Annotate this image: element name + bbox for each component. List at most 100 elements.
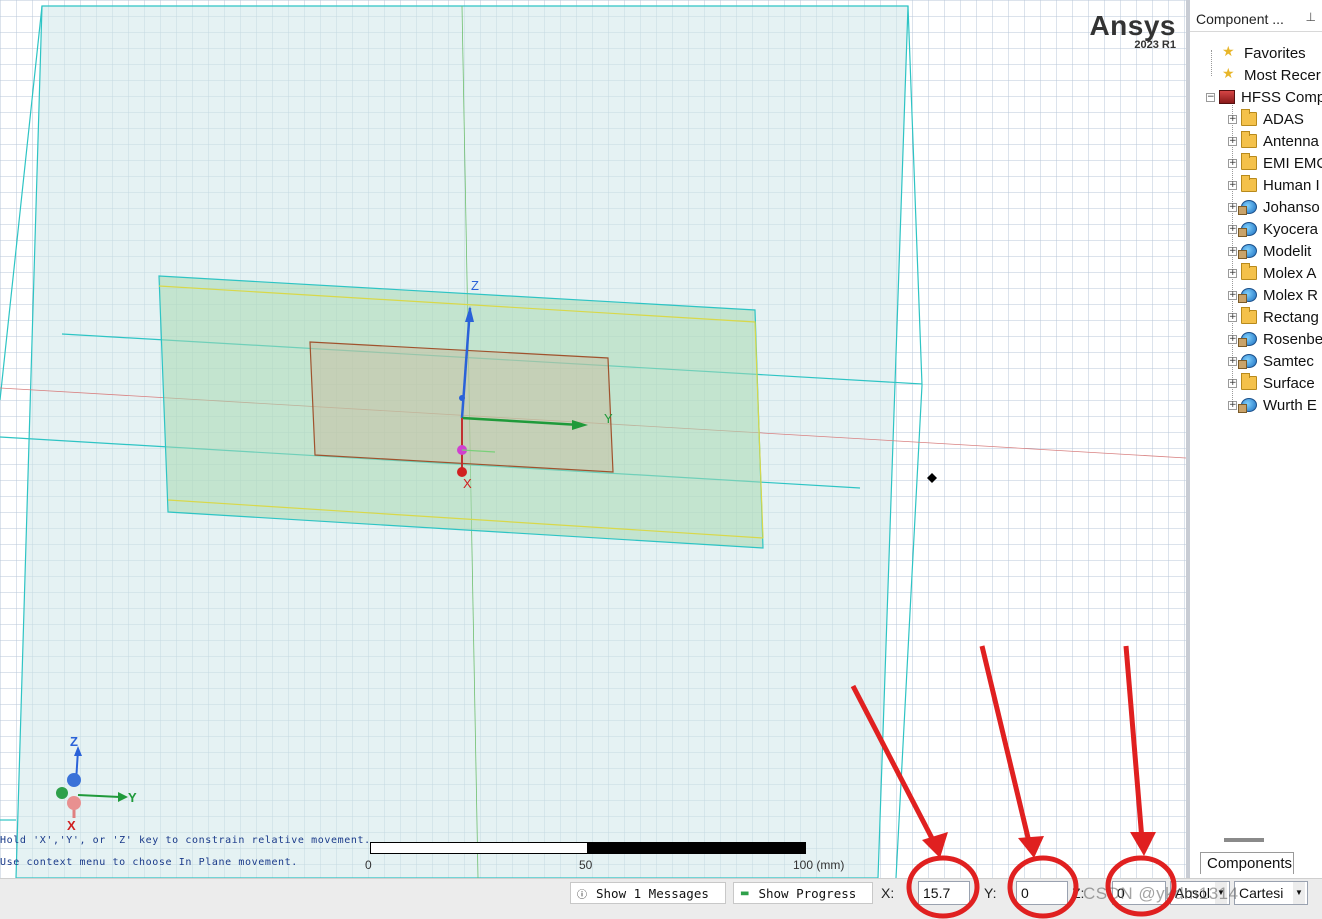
tree-item-molex-a[interactable]: + Molex A (1228, 262, 1316, 284)
tree-item-wurth[interactable]: + Wurth E (1228, 394, 1317, 416)
tree-item-label: Molex A (1263, 264, 1317, 282)
show-progress-button[interactable]: ▬ Show Progress (733, 882, 873, 904)
favorites-icon (1222, 43, 1238, 60)
triad-z-label: Z (70, 734, 78, 749)
folder-icon (1241, 175, 1257, 192)
triad-x-label: X (67, 818, 76, 833)
expand-toggle[interactable]: + (1228, 400, 1237, 410)
chevron-down-icon: ▼ (1293, 882, 1305, 904)
tree-item-label: HFSS Comp (1241, 88, 1322, 106)
web-library-icon (1238, 288, 1257, 303)
collapse-toggle[interactable]: − (1206, 92, 1215, 102)
favorites-icon (1222, 65, 1238, 82)
scale-ruler (370, 842, 806, 854)
gizmo-z-label: Z (471, 278, 479, 293)
tree-item-human[interactable]: + Human I (1228, 174, 1320, 196)
tree-item-johanson[interactable]: + Johanso (1228, 196, 1320, 218)
tree-item-modelithics[interactable]: + Modelit (1228, 240, 1311, 262)
triad-z-ball (67, 773, 81, 787)
coordinate-system-value: Cartesi (1239, 885, 1284, 901)
logo-version: 2023 R1 (1134, 39, 1176, 51)
show-progress-label: Show Progress (758, 885, 857, 901)
tree-item-kyocera[interactable]: + Kyocera (1228, 218, 1318, 240)
expand-toggle[interactable]: + (1228, 114, 1237, 124)
show-messages-button[interactable]: ⓘ Show 1 Messages (570, 882, 726, 904)
expand-toggle[interactable]: + (1228, 158, 1237, 168)
expand-toggle[interactable]: + (1228, 268, 1237, 278)
hfss-library-icon (1219, 90, 1235, 104)
expand-toggle[interactable]: + (1228, 334, 1237, 344)
x-coordinate-label: X: (881, 885, 895, 901)
tree-item-label: Wurth E (1263, 396, 1317, 414)
tree-item-label: Rosenbe (1263, 330, 1322, 348)
triad-x-ball (67, 796, 81, 810)
tree-item-rosenberger[interactable]: + Rosenbe (1228, 328, 1322, 350)
hint-line-constrain: Hold 'X','Y', or 'Z' key to constrain re… (0, 835, 371, 846)
web-library-icon (1238, 332, 1257, 347)
logo-brand: Ansys (1089, 10, 1176, 41)
tree-item-label: Surface (1263, 374, 1315, 392)
folder-icon (1241, 307, 1257, 324)
expand-toggle[interactable]: + (1228, 356, 1237, 366)
hint-line-context-menu: Use context menu to choose In Plane move… (0, 857, 298, 868)
show-messages-label: Show 1 Messages (596, 885, 709, 901)
tab-components[interactable]: Components (1200, 852, 1294, 874)
tree-item-label: Johanso (1263, 198, 1320, 216)
expand-toggle[interactable]: + (1228, 312, 1237, 322)
folder-icon (1241, 131, 1257, 148)
gizmo-x-label: X (463, 476, 472, 491)
gizmo-y-label: Y (604, 411, 613, 426)
expand-toggle[interactable]: + (1228, 180, 1237, 190)
ruler-label-100: 100 (mm) (793, 858, 845, 872)
ruler-label-50: 50 (579, 858, 593, 872)
ansys-logo: Ansys 2023 R1 (1089, 12, 1176, 51)
triad-y-ball (56, 787, 68, 799)
coordinate-system-select[interactable]: Cartesi ▼ (1234, 881, 1308, 905)
panel-splitter-grip[interactable] (1224, 838, 1264, 842)
y-coordinate-label: Y: (984, 885, 997, 901)
web-library-icon (1238, 244, 1257, 259)
tree-item-surface[interactable]: + Surface (1228, 372, 1315, 394)
tree-item-samtec[interactable]: + Samtec (1228, 350, 1314, 372)
component-library-panel: Component ... ⊥ Favorites Most Recer − H… (1186, 0, 1322, 878)
tree-item-label: Molex R (1263, 286, 1319, 304)
tree-item-hfss-components[interactable]: − HFSS Comp (1206, 86, 1322, 108)
pin-icon[interactable]: ⊥ (1306, 10, 1316, 24)
expand-toggle[interactable]: + (1228, 290, 1237, 300)
tree-item-favorites[interactable]: Favorites (1222, 42, 1306, 64)
folder-icon (1241, 153, 1257, 170)
ruler-white-segment (370, 842, 588, 854)
tree-item-antenna[interactable]: + Antenna (1228, 130, 1319, 152)
web-library-icon (1238, 398, 1257, 413)
folder-icon (1241, 263, 1257, 280)
tree-item-label: EMI EMC (1263, 154, 1322, 172)
tree-item-adas[interactable]: + ADAS (1228, 108, 1304, 130)
folder-icon (1241, 109, 1257, 126)
web-library-icon (1238, 222, 1257, 237)
expand-toggle[interactable]: + (1228, 378, 1237, 388)
tree-item-label: Rectang (1263, 308, 1319, 326)
tree-item-emi-emc[interactable]: + EMI EMC (1228, 152, 1322, 174)
tree-item-rectangular[interactable]: + Rectang (1228, 306, 1319, 328)
expand-toggle[interactable]: + (1228, 202, 1237, 212)
tree-item-label: Human I (1263, 176, 1320, 194)
tree-item-molex-r[interactable]: + Molex R (1228, 284, 1318, 306)
panel-header: Component ... ⊥ (1190, 6, 1322, 32)
modeler-viewport[interactable]: Z Y X Z Y X Ansys 2023 R1 Hold 'X','Y', … (0, 0, 1186, 878)
progress-icon: ▬ (740, 887, 750, 899)
expand-toggle[interactable]: + (1228, 224, 1237, 234)
expand-toggle[interactable]: + (1228, 246, 1237, 256)
gizmo-z-handle[interactable] (459, 395, 465, 401)
tree-item-most-recent[interactable]: Most Recer (1222, 64, 1321, 86)
scene-canvas[interactable] (0, 0, 1186, 878)
x-coordinate-input[interactable]: 15.7 (918, 881, 970, 905)
panel-title: Component ... (1196, 11, 1284, 27)
triad-y-label: Y (128, 790, 137, 805)
tree-item-label: Modelit (1263, 242, 1312, 260)
y-coordinate-input[interactable]: 0 (1016, 881, 1068, 905)
tree-connector (1211, 50, 1212, 76)
status-bar: ⓘ Show 1 Messages ▬ Show Progress X: 15.… (0, 878, 1322, 919)
expand-toggle[interactable]: + (1228, 136, 1237, 146)
tree-item-label: Kyocera (1263, 220, 1319, 238)
ruler-label-0: 0 (365, 858, 372, 872)
